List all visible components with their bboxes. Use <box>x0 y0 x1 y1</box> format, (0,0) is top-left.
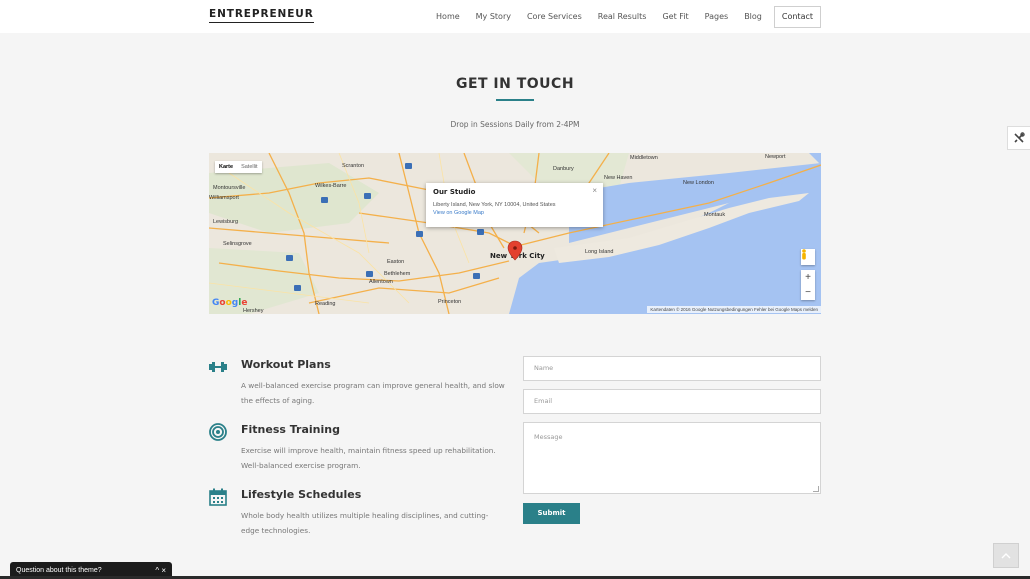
nav-get-fit[interactable]: Get Fit <box>662 7 688 27</box>
map-label-reading: Reading <box>315 301 336 307</box>
map-label-williamsport: Williamsport <box>209 195 239 201</box>
target-icon <box>209 423 227 441</box>
map-label-wilkes-barre: Wilkes-Barre <box>315 183 346 189</box>
dumbbell-icon <box>209 358 227 376</box>
info-title: Our Studio <box>433 188 476 196</box>
google-logo: Google <box>212 298 248 308</box>
scroll-to-top-button[interactable] <box>993 543 1019 568</box>
map-label-princeton: Princeton <box>438 299 461 305</box>
nav-core-services[interactable]: Core Services <box>527 7 582 27</box>
map-label-easton: Easton <box>387 259 404 265</box>
resize-handle-icon[interactable] <box>813 486 819 492</box>
feature-title: Fitness Training <box>241 423 340 436</box>
nav-contact[interactable]: Contact <box>773 6 821 28</box>
map-label-scranton: Scranton <box>342 163 364 169</box>
map-label-long-island: Long Island <box>585 249 613 255</box>
section-title: GET IN TOUCH <box>455 76 575 92</box>
submit-button[interactable]: Submit <box>523 503 580 524</box>
map-label-stroudsburg: Montoursville <box>213 185 245 191</box>
zoom-in-button[interactable]: + <box>801 270 815 285</box>
map-info-window: Our Studio Liberty Island, New York, NY … <box>426 183 603 227</box>
nav-real-results[interactable]: Real Results <box>598 7 647 27</box>
main-nav: Home My Story Core Services Real Results… <box>420 6 821 28</box>
zoom-control: + − <box>801 270 815 300</box>
view-on-google-map-link[interactable]: View on Google Map <box>433 210 596 216</box>
map-label-bethlehem: Bethlehem <box>384 271 411 277</box>
pegman-icon[interactable] <box>801 249 815 265</box>
feature-text: Exercise will improve health, maintain f… <box>241 446 496 470</box>
tools-icon[interactable] <box>1007 126 1030 150</box>
map-label-lewisburg: Lewisburg <box>213 219 238 225</box>
map-label-hershey: Hershey <box>243 308 264 314</box>
nav-blog[interactable]: Blog <box>744 7 762 27</box>
email-field[interactable]: Email <box>523 389 821 414</box>
message-field[interactable]: Message <box>523 422 821 494</box>
map-label-middletown: Middletown <box>630 155 658 161</box>
map-type-toggle[interactable]: Karte Satellit <box>215 161 262 173</box>
header: ENTREPRENEUR Home My Story Core Services… <box>0 0 1030 33</box>
feature-text: A well-balanced exercise program can imp… <box>241 381 505 405</box>
map-type-map[interactable]: Karte <box>215 161 237 173</box>
info-address: Liberty Island, New York, NY 10004, Unit… <box>433 202 556 208</box>
calendar-icon <box>209 488 227 506</box>
map-label-montauk: Montauk <box>704 212 725 218</box>
close-icon[interactable]: × <box>592 186 597 195</box>
zoom-out-button[interactable]: − <box>801 285 815 300</box>
map-label-allentown: Allentown <box>369 279 393 285</box>
feature-title: Lifestyle Schedules <box>241 488 362 501</box>
map-attribution[interactable]: Kartendaten © 2016 Google Nutzungsbeding… <box>647 306 821 313</box>
map-label-selinsgrove: Selinsgrove <box>223 241 252 247</box>
site-logo[interactable]: ENTREPRENEUR <box>209 8 314 23</box>
map-canvas: Scranton Wilkes-Barre Montoursville Will… <box>209 153 821 314</box>
name-field[interactable]: Name <box>523 356 821 381</box>
title-underline <box>496 99 534 101</box>
map-label-new-london: New London <box>683 180 714 186</box>
message-placeholder: Message <box>534 433 563 441</box>
feature-text: Whole body health utilizes multiple heal… <box>241 511 489 535</box>
map-label-newport: Newport <box>765 154 786 160</box>
chat-label: Question about this theme? <box>16 567 102 574</box>
feature-title: Workout Plans <box>241 358 331 371</box>
nav-pages[interactable]: Pages <box>705 7 729 27</box>
section-subtitle: Drop in Sessions Daily from 2-4PM <box>450 120 580 129</box>
map-label-danbury: Danbury <box>553 166 574 172</box>
nav-home[interactable]: Home <box>436 7 460 27</box>
map-label-new-haven: New Haven <box>604 175 632 181</box>
nav-my-story[interactable]: My Story <box>476 7 511 27</box>
map[interactable]: Scranton Wilkes-Barre Montoursville Will… <box>209 153 821 314</box>
map-type-satellite[interactable]: Satellit <box>237 161 262 173</box>
chevron-up-icon <box>1001 552 1011 558</box>
